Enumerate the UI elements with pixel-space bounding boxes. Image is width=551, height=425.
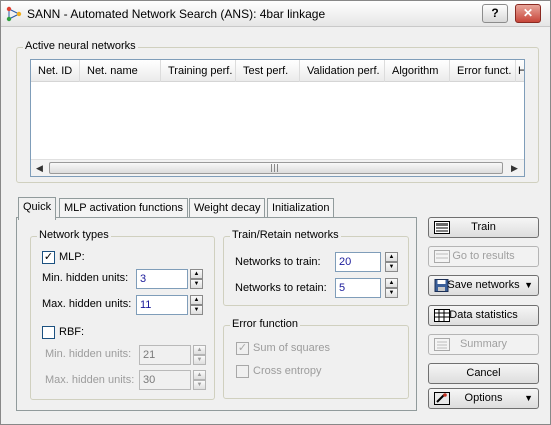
column-test-perf[interactable]: Test perf. — [236, 60, 300, 82]
options-tool-icon — [434, 392, 450, 405]
spin-down-icon[interactable]: ▼ — [385, 288, 398, 298]
networks-to-retain-label: Networks to retain: — [235, 282, 327, 294]
train-retain-label: Train/Retain networks — [230, 229, 341, 241]
summary-label: Summary — [459, 338, 508, 350]
scroll-right-icon[interactable]: ▶ — [506, 160, 523, 176]
close-button[interactable]: ✕ — [515, 4, 541, 23]
column-algorithm[interactable]: Algorithm — [385, 60, 450, 82]
column-training-perf[interactable]: Training perf. — [161, 60, 236, 82]
rbf-min-hidden-spinner[interactable]: ▲ ▼ — [193, 345, 206, 365]
spin-up-icon[interactable]: ▲ — [190, 295, 203, 305]
tab-initialization[interactable]: Initialization — [267, 198, 335, 218]
sum-of-squares-label[interactable]: Sum of squares — [253, 342, 330, 354]
scroll-thumb[interactable] — [49, 162, 503, 174]
summary-icon — [434, 338, 450, 351]
cancel-button[interactable]: Cancel — [428, 363, 539, 384]
scroll-left-icon[interactable]: ◀ — [31, 160, 48, 176]
column-net-id[interactable]: Net. ID — [31, 60, 80, 82]
rbf-max-hidden-input[interactable]: 30 — [139, 370, 191, 390]
cancel-label: Cancel — [466, 367, 501, 379]
options-dropdown-icon[interactable]: ▼ — [524, 389, 533, 408]
networks-to-train-input[interactable]: 20 — [335, 252, 381, 272]
window-title: SANN - Automated Network Search (ANS): 4… — [27, 7, 326, 21]
spin-up-icon[interactable]: ▲ — [385, 278, 398, 288]
help-button[interactable]: ? — [482, 4, 508, 23]
spin-down-icon[interactable]: ▼ — [190, 279, 203, 289]
mlp-max-hidden-input[interactable]: 11 — [136, 295, 188, 315]
networks-to-train-label: Networks to train: — [235, 256, 321, 268]
rbf-max-hidden-label: Max. hidden units: — [45, 374, 135, 386]
spin-down-icon[interactable]: ▼ — [193, 355, 206, 365]
summary-button[interactable]: Summary — [428, 334, 539, 355]
go-to-results-label: Go to results — [452, 250, 515, 262]
options-label: Options — [464, 392, 503, 404]
save-networks-label: Save networks — [447, 279, 520, 291]
error-function-label: Error function — [230, 318, 301, 330]
mlp-min-hidden-label: Min. hidden units: — [42, 272, 129, 284]
train-button[interactable]: Train — [428, 217, 539, 238]
data-statistics-button[interactable]: Data statistics — [428, 305, 539, 326]
mlp-max-hidden-label: Max. hidden units: — [42, 298, 132, 310]
mlp-label[interactable]: MLP: — [59, 251, 85, 263]
mlp-checkbox[interactable]: ✓ — [42, 251, 55, 264]
networks-list-header: Net. ID Net. name Training perf. Test pe… — [31, 60, 524, 82]
error-function-group: Error function — [223, 318, 409, 399]
spin-down-icon[interactable]: ▼ — [190, 305, 203, 315]
horizontal-scrollbar[interactable]: ◀ ▶ — [31, 159, 524, 176]
mlp-min-hidden-input[interactable]: 3 — [136, 269, 188, 289]
results-icon — [434, 250, 450, 263]
scroll-grip-icon — [274, 164, 275, 172]
spin-up-icon[interactable]: ▲ — [193, 370, 206, 380]
spin-down-icon[interactable]: ▼ — [193, 380, 206, 390]
spin-down-icon[interactable]: ▼ — [385, 262, 398, 272]
spin-up-icon[interactable]: ▲ — [190, 269, 203, 279]
go-to-results-button[interactable]: Go to results — [428, 246, 539, 267]
networks-to-train-spinner[interactable]: ▲ ▼ — [385, 252, 398, 272]
rbf-label[interactable]: RBF: — [59, 326, 84, 338]
networks-list[interactable]: Net. ID Net. name Training perf. Test pe… — [30, 59, 525, 177]
network-app-icon — [6, 6, 22, 22]
spreadsheet-icon — [434, 309, 450, 322]
column-validation-perf[interactable]: Validation perf. — [300, 60, 385, 82]
rbf-checkbox[interactable] — [42, 326, 55, 339]
mlp-min-hidden-spinner[interactable]: ▲ ▼ — [190, 269, 203, 289]
rbf-max-hidden-spinner[interactable]: ▲ ▼ — [193, 370, 206, 390]
network-types-label: Network types — [37, 229, 111, 241]
dialog-window: SANN - Automated Network Search (ANS): 4… — [0, 0, 551, 425]
rbf-min-hidden-input[interactable]: 21 — [139, 345, 191, 365]
column-h[interactable]: H — [516, 60, 524, 82]
spin-up-icon[interactable]: ▲ — [385, 252, 398, 262]
tab-mlp-activation-functions[interactable]: MLP activation functions — [59, 198, 189, 218]
save-networks-button[interactable]: Save networks ▼ — [428, 275, 539, 296]
networks-to-retain-spinner[interactable]: ▲ ▼ — [385, 278, 398, 298]
networks-to-retain-input[interactable]: 5 — [335, 278, 381, 298]
cross-entropy-label[interactable]: Cross entropy — [253, 365, 321, 377]
floppy-disk-icon — [434, 279, 449, 292]
tab-quick[interactable]: Quick — [18, 197, 57, 220]
spin-up-icon[interactable]: ▲ — [193, 345, 206, 355]
data-statistics-label: Data statistics — [449, 309, 518, 321]
column-net-name[interactable]: Net. name — [80, 60, 161, 82]
train-retain-group: Train/Retain networks — [223, 229, 409, 306]
tab-weight-decay[interactable]: Weight decay — [189, 198, 266, 218]
scroll-grip-icon — [271, 164, 272, 172]
column-error-funct[interactable]: Error funct. — [450, 60, 516, 82]
mlp-max-hidden-spinner[interactable]: ▲ ▼ — [190, 295, 203, 315]
options-button[interactable]: Options ▼ — [428, 388, 539, 409]
cross-entropy-checkbox[interactable] — [236, 365, 249, 378]
save-networks-dropdown-icon[interactable]: ▼ — [524, 276, 533, 295]
train-button-label: Train — [471, 221, 496, 233]
sum-of-squares-checkbox[interactable]: ✓ — [236, 342, 249, 355]
active-networks-label: Active neural networks — [23, 40, 138, 52]
title-bar: SANN - Automated Network Search (ANS): 4… — [1, 1, 550, 27]
calculator-icon — [434, 221, 450, 234]
scroll-grip-icon — [277, 164, 278, 172]
rbf-min-hidden-label: Min. hidden units: — [45, 348, 132, 360]
